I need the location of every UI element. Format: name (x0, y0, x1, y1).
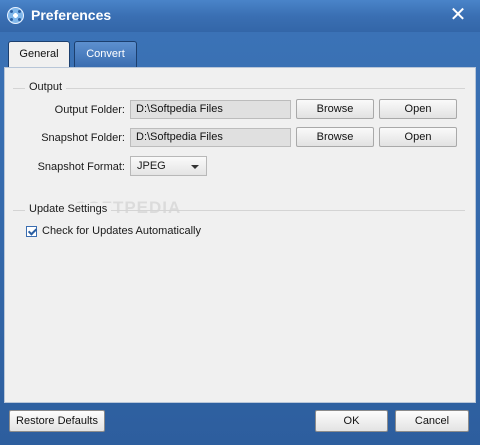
preferences-window: Preferences ✕ General Convert Output Out… (0, 0, 480, 445)
auto-update-label: Check for Updates Automatically (42, 225, 201, 237)
output-open-button[interactable]: Open (379, 99, 457, 119)
output-folder-label: Output Folder: (54, 104, 125, 116)
general-panel: Output Output Folder: D:\Softpedia Files… (4, 67, 476, 403)
tab-convert[interactable]: Convert (74, 41, 137, 67)
output-folder-field[interactable]: D:\Softpedia Files (130, 100, 291, 119)
title-bar[interactable]: Preferences ✕ (0, 0, 480, 32)
tab-general[interactable]: General (8, 41, 70, 68)
snapshot-open-button[interactable]: Open (379, 127, 457, 147)
snapshot-format-label: Snapshot Format: (37, 161, 125, 173)
window-title: Preferences (31, 7, 112, 23)
snapshot-folder-field[interactable]: D:\Softpedia Files (130, 128, 291, 147)
snapshot-browse-button[interactable]: Browse (296, 127, 374, 147)
ok-button[interactable]: OK (315, 410, 388, 432)
output-group-title: Output (25, 81, 67, 93)
output-browse-button[interactable]: Browse (296, 99, 374, 119)
auto-update-checkbox[interactable] (26, 226, 37, 237)
snapshot-format-value: JPEG (137, 160, 166, 172)
cancel-button[interactable]: Cancel (395, 410, 469, 432)
chevron-down-icon (191, 165, 199, 169)
film-reel-icon (7, 7, 24, 24)
update-group-title: Update Settings (25, 203, 112, 215)
restore-defaults-button[interactable]: Restore Defaults (9, 410, 105, 432)
snapshot-format-select[interactable]: JPEG (130, 156, 207, 176)
close-icon[interactable]: ✕ (446, 4, 470, 26)
snapshot-folder-label: Snapshot Folder: (41, 132, 125, 144)
output-group-divider (13, 88, 465, 89)
